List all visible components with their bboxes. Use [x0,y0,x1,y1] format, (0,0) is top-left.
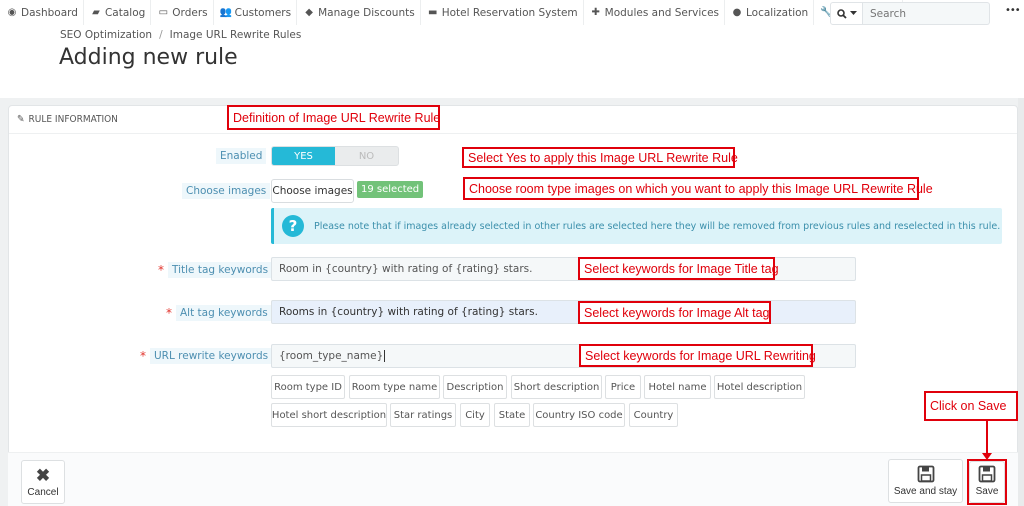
globe-icon: ● [732,7,742,18]
save-and-stay-button[interactable]: Save and stay [888,459,963,503]
keyword-button[interactable]: Price [605,375,641,399]
keyword-button[interactable]: Hotel short description [271,403,387,427]
cancel-label: Cancel [27,487,59,498]
main-nav: ◉ Dashboard ▰ Catalog ▭ Orders 👥 Customers ◆… [0,0,903,25]
url-rewrite-value: {room_type_name} [279,350,384,362]
switch-yes[interactable]: YES [272,147,335,165]
scrollbar[interactable] [1018,98,1024,506]
keyword-button[interactable]: Room type ID [271,375,345,399]
enabled-label: Enabled [216,148,267,164]
title-tag-label: Title tag keywords [168,262,273,278]
users-icon: 👥 [219,7,233,18]
keyword-button[interactable]: Country [629,403,678,427]
info-alert: ? Please note that if images already sel… [271,208,1002,244]
nav-label: Customers [234,6,292,19]
required-mark: * [140,349,146,363]
search-bar [830,2,990,25]
panel-footer [8,452,1018,506]
bed-icon: ▬ [427,7,438,18]
save-and-stay-label: Save and stay [893,486,958,497]
annotation-title-tag: Select keywords for Image Title tag [578,257,779,280]
floppy-disk-icon [917,465,934,483]
nav-modules-and-services[interactable]: ✚ Modules and Services [584,0,726,25]
keyword-button[interactable]: Short description [511,375,602,399]
keyword-button[interactable]: Hotel description [714,375,805,399]
keyword-button[interactable]: Country ISO code [533,403,625,427]
url-rewrite-label: URL rewrite keywords [150,348,273,364]
alert-text: Please note that if images already selec… [314,220,1001,232]
required-mark: * [166,306,172,320]
keyword-button[interactable]: City [460,403,490,427]
alt-tag-value: Rooms in {country} with rating of {ratin… [279,306,538,318]
nav-label: Manage Discounts [318,6,415,19]
more-icon[interactable]: ••• [1005,5,1021,16]
question-icon: ? [282,215,304,237]
required-mark: * [158,263,164,277]
search-icon [836,8,847,19]
keyword-button[interactable]: Room type name [349,375,440,399]
nav-label: Modules and Services [604,6,720,19]
nav-orders[interactable]: ▭ Orders [151,0,214,25]
nav-catalog[interactable]: ▰ Catalog [84,0,152,25]
search-type-dropdown[interactable] [830,2,863,25]
book-icon: ▰ [92,7,100,18]
panel-heading-text: RULE INFORMATION [28,114,118,125]
nav-label: Dashboard [21,6,78,19]
selected-count-badge: 19 selected [357,181,424,198]
caret-down-icon [849,11,857,15]
nav-hotel-reservation-system[interactable]: ▬ Hotel Reservation System [421,0,584,25]
nav-label: Catalog [104,6,146,19]
enabled-switch[interactable]: YES NO [271,146,399,166]
breadcrumb: SEO Optimization / Image URL Rewrite Rules [60,29,301,41]
switch-no[interactable]: NO [335,147,398,165]
breadcrumb-separator: / [159,29,163,41]
nav-customers[interactable]: 👥 Customers [214,0,298,25]
cancel-button[interactable]: ✖ Cancel [21,460,65,504]
nav-dashboard[interactable]: ◉ Dashboard [0,0,84,25]
choose-images-label: Choose images [182,183,271,199]
alt-tag-label: Alt tag keywords [176,305,272,321]
panel-heading: ✎ RULE INFORMATION [9,106,1017,134]
choose-images-button[interactable]: Choose images [271,179,354,203]
keyword-button[interactable]: Star ratings [390,403,456,427]
text-caret [384,350,386,362]
nav-manage-discounts[interactable]: ◆ Manage Discounts [297,0,421,25]
keyword-button[interactable]: Description [443,375,507,399]
breadcrumb-item[interactable]: Image URL Rewrite Rules [170,29,302,41]
close-icon: ✖ [35,466,51,485]
title-tag-value: Room in {country} with rating of {rating… [279,263,533,275]
save-highlight [967,459,1007,505]
annotation-click-save: Click on Save [924,391,1018,421]
dashboard-icon: ◉ [7,7,17,18]
page-header: SEO Optimization / Image URL Rewrite Rules… [0,25,1024,98]
breadcrumb-item[interactable]: SEO Optimization [60,29,152,41]
annotation-definition: Definition of Image URL Rewrite Rule [227,105,440,130]
page-title: Adding new rule [59,45,238,70]
pencil-icon: ✎ [17,114,25,125]
annotation-url-rewriting: Select keywords for Image URL Rewriting [579,344,816,367]
top-bar: ◉ Dashboard ▰ Catalog ▭ Orders 👥 Customers ◆… [0,0,1024,25]
annotation-choose-images: Choose room type images on which you wan… [463,177,933,200]
nav-localization[interactable]: ● Localization [725,0,815,25]
puzzle-icon: ✚ [591,7,600,18]
credit-card-icon: ▭ [158,7,169,18]
annotation-arrow [986,421,988,457]
keyword-button[interactable]: State [494,403,530,427]
nav-label: Orders [172,6,208,19]
nav-label: Localization [746,6,809,19]
search-input[interactable] [863,2,990,25]
keyword-button[interactable]: Hotel name [644,375,711,399]
annotation-select-yes: Select Yes to apply this Image URL Rewri… [462,147,738,168]
annotation-alt-tag: Select keywords for Image Alt tag [578,301,771,324]
tag-icon: ◆ [305,7,313,18]
nav-label: Hotel Reservation System [441,6,578,19]
